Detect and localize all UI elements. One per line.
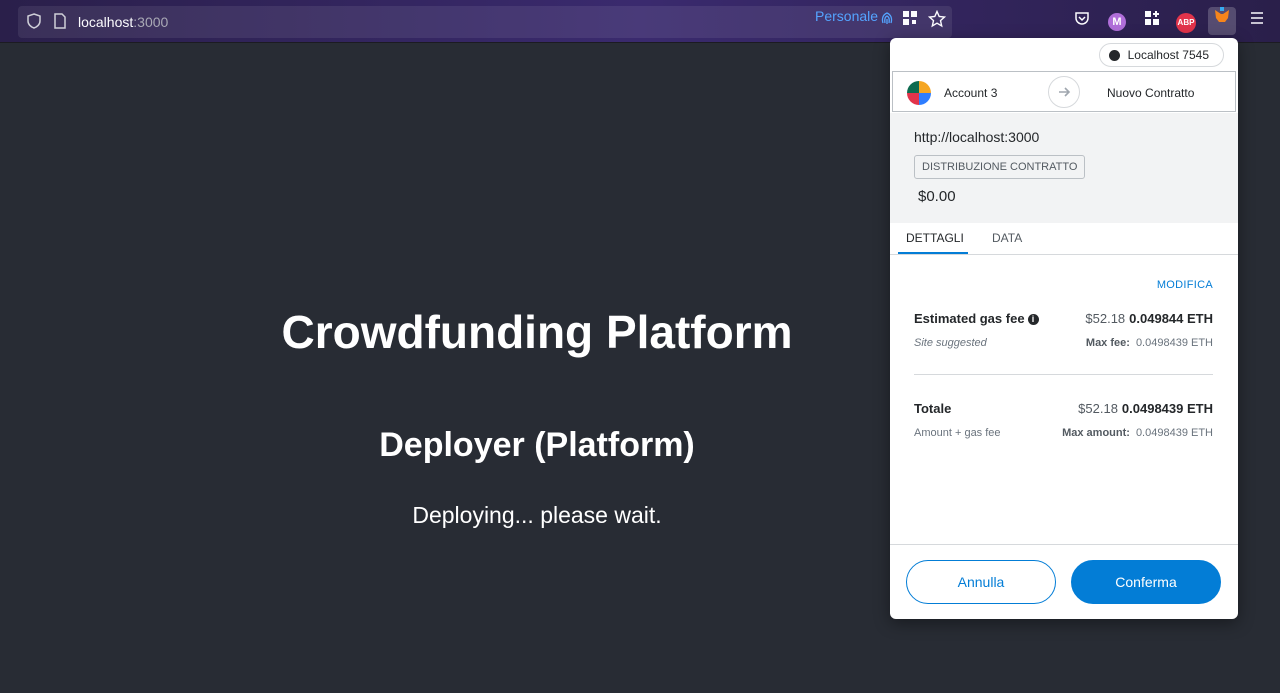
max-amount: Max amount: 0.0498439 ETH [1062,427,1213,439]
tab-details[interactable]: DETTAGLI [906,231,964,245]
max-fee: Max fee: 0.0498439 ETH [1086,337,1213,349]
total-value: $52.18 0.0498439 ETH [1078,401,1213,416]
gas-fee-label-text: Estimated gas fee [914,311,1025,326]
qr-grid-icon[interactable] [899,10,921,32]
to-contract: Nuovo Contratto [1107,86,1195,100]
confirm-button[interactable]: Conferma [1071,560,1221,604]
menu-hamburger-icon[interactable] [1246,10,1268,32]
total-label: Totale [914,401,952,416]
active-tab-indicator [898,252,968,254]
total-fiat: $52.18 [1078,401,1118,416]
page-icon[interactable] [52,13,70,31]
network-selector[interactable]: Localhost 7545 [1098,43,1224,67]
max-fee-label: Max fee: [1085,337,1130,349]
origin-url: http://localhost:3000 [914,129,1040,145]
account-avatar [907,81,931,105]
extension-m-label: M [1108,13,1126,31]
info-icon[interactable]: i [1027,314,1039,325]
container-label[interactable]: Personale [815,8,878,24]
max-fee-value: 0.0498439 ETH [1135,337,1213,349]
url-host: localhost [78,14,134,30]
total-eth: 0.0498439 ETH [1121,401,1213,416]
gas-fee-value: $52.18 0.049844 ETH [1085,311,1213,326]
network-status-icon [1108,50,1120,61]
transaction-value: $0.00 [918,188,956,205]
pocket-icon[interactable] [1071,10,1093,32]
arrow-right-icon [1048,76,1080,108]
edit-gas-link[interactable]: MODIFICA [1157,279,1213,291]
shield-icon[interactable] [26,13,44,31]
tab-data[interactable]: DATA [992,231,1022,245]
star-icon[interactable] [926,9,948,32]
max-amount-label: Max amount: [1062,427,1130,439]
max-amount-value: 0.0498439 ETH [1135,427,1213,439]
url-text[interactable]: localhost:3000 [78,14,168,30]
tab-bar: DETTAGLI DATA [890,223,1238,255]
gas-fee-fiat: $52.18 [1085,311,1126,326]
adblock-icon[interactable]: ABP [1175,10,1197,33]
extension-m-icon[interactable]: M [1106,10,1128,32]
action-tag: DISTRIBUZIONE CONTRATTO [914,155,1086,179]
gas-fee-label: Estimated gas fee i [914,311,1039,326]
address-bar[interactable]: localhost:3000 [18,6,952,38]
gas-fee-eth: 0.049844 ETH [1129,311,1213,326]
transaction-summary: http://localhost:3000 DISTRIBUZIONE CONT… [890,113,1238,223]
fingerprint-icon[interactable] [876,10,898,32]
extensions-puzzle-icon[interactable] [1141,10,1163,32]
url-port: :3000 [133,14,169,30]
network-name: Localhost 7545 [1127,48,1209,62]
browser-toolbar: localhost:3000 Personale M ABP [0,0,1280,43]
wallet-popup: Localhost 7545 Account 3 Nuovo Contratto… [890,38,1238,619]
divider [914,374,1213,375]
from-account[interactable]: Account 3 [944,86,997,100]
metamask-fox-icon[interactable] [1208,7,1236,35]
total-sub: Amount + gas fee [914,427,1001,439]
adblock-label: ABP [1176,13,1196,33]
action-footer: Annulla Conferma [890,544,1238,619]
sender-recipient-row: Account 3 Nuovo Contratto [892,71,1236,112]
cancel-button[interactable]: Annulla [906,560,1056,604]
gas-fee-sub: Site suggested [914,337,987,349]
